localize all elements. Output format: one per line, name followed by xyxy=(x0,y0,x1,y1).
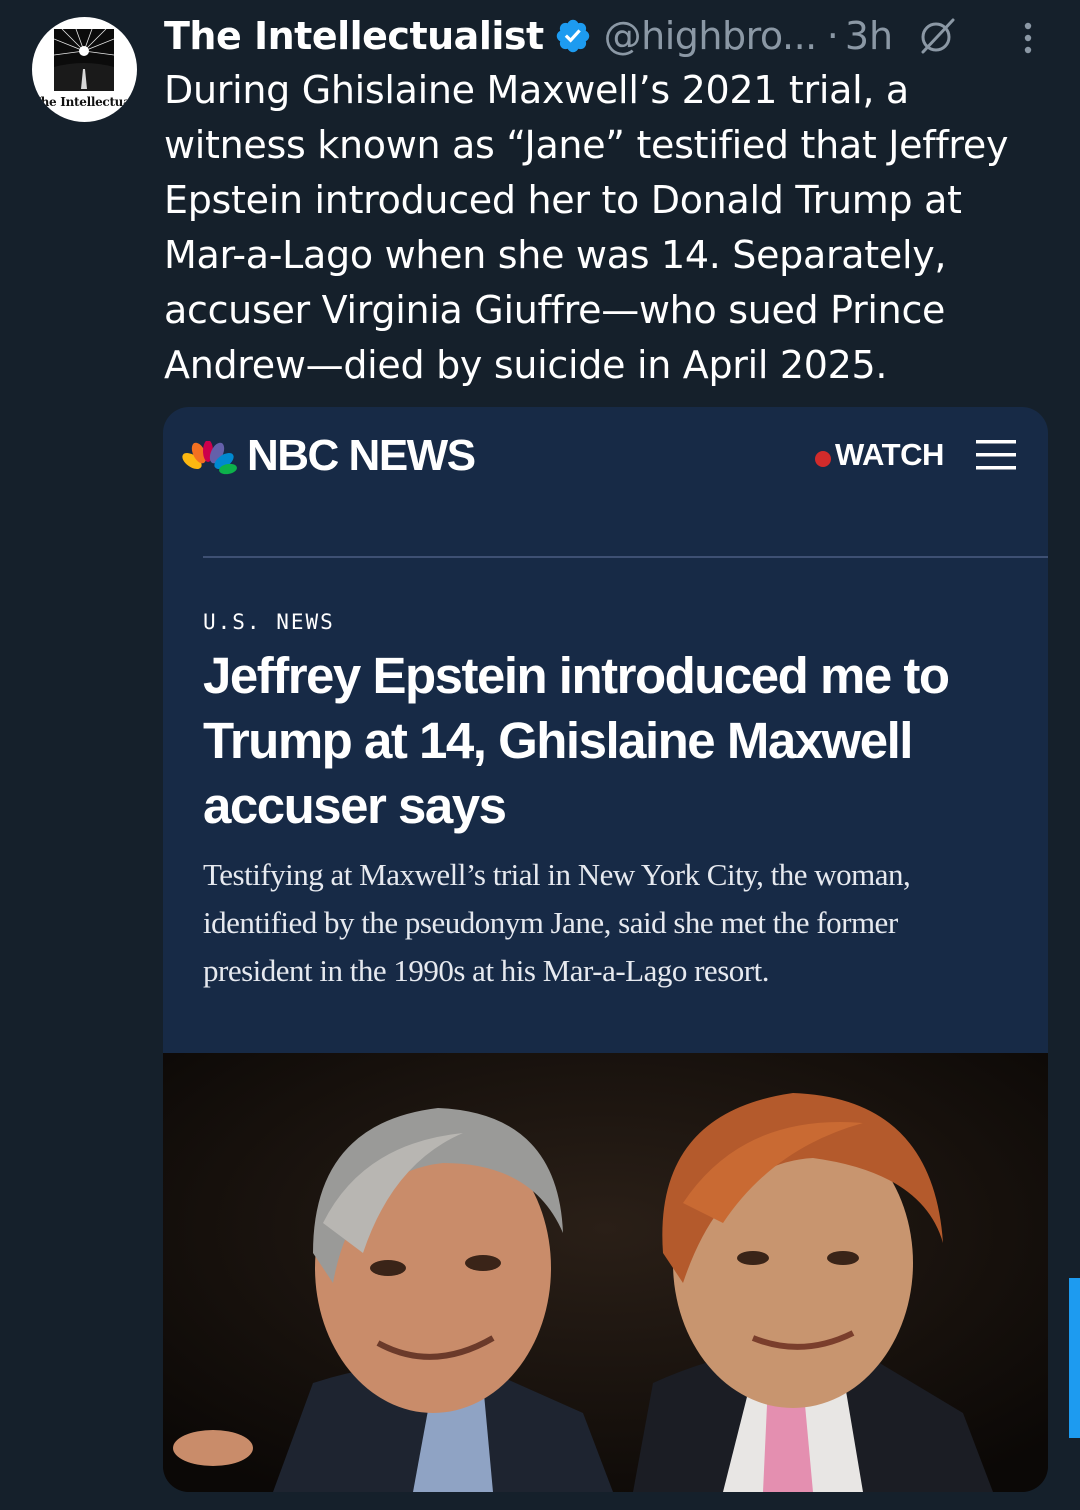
tweet-text-line: witness known as “Jane” testified that J… xyxy=(164,123,1009,167)
headline-line: Trump at 14, Ghislaine Maxwell xyxy=(203,712,913,769)
nbc-news-logo[interactable]: NBC NEWS xyxy=(247,431,476,481)
verified-badge-icon xyxy=(556,19,589,53)
dek-line: president in the 1990s at his Mar-a-Lago… xyxy=(203,953,769,988)
headline-line: accuser says xyxy=(203,777,507,834)
live-dot xyxy=(815,451,831,467)
nbc-header-bar: NBC NEWS WATCH xyxy=(163,407,1048,517)
avatar-label: The Intellectualist xyxy=(32,95,137,109)
section-label[interactable]: U.S. NEWS xyxy=(203,610,335,634)
dek-line: Testifying at Maxwell’s trial in New Yor… xyxy=(203,857,911,892)
grok-icon[interactable] xyxy=(917,16,957,56)
hamburger-menu-icon[interactable] xyxy=(976,437,1016,473)
author-handle[interactable]: @highbro... xyxy=(604,14,818,58)
scrollbar-thumb[interactable] xyxy=(1069,1278,1080,1438)
tweet-text-line: Mar-a-Lago when she was 14. Separately, xyxy=(164,233,947,277)
avatar[interactable]: The Intellectualist xyxy=(32,17,137,122)
article-headline[interactable]: Jeffrey Epstein introduced me to Trump a… xyxy=(203,643,1023,838)
header-divider xyxy=(203,556,1048,558)
tweet-text-line: Andrew—died by suicide in April 2025. xyxy=(164,343,888,387)
article-photo xyxy=(163,1053,1048,1492)
headline-line: Jeffrey Epstein introduced me to xyxy=(203,647,950,704)
tweet-text-line: Epstein introduced her to Donald Trump a… xyxy=(164,178,962,222)
author-name[interactable]: The Intellectualist xyxy=(164,14,544,58)
separator-dot: · xyxy=(826,14,839,58)
dek-line: identified by the pseudonym Jane, said s… xyxy=(203,905,898,940)
post-time[interactable]: 3h xyxy=(845,14,893,58)
attached-image-card[interactable]: NBC NEWS WATCH U.S. NEWS Jeffrey Epstein… xyxy=(163,407,1048,1492)
tweet-text-line: During Ghislaine Maxwell’s 2021 trial, a xyxy=(164,68,909,112)
more-options-icon[interactable] xyxy=(1016,18,1040,58)
tweet-text-line: accuser Virginia Giuffre—who sued Prince xyxy=(164,288,946,332)
tweet-header: The Intellectualist @highbro... · 3h xyxy=(164,10,1040,62)
watch-button[interactable]: WATCH xyxy=(835,437,944,473)
nbc-peacock-icon xyxy=(182,441,237,475)
tweet-text: During Ghislaine Maxwell’s 2021 trial, a… xyxy=(164,63,1054,393)
avatar-image xyxy=(54,29,114,91)
article-dek: Testifying at Maxwell’s trial in New Yor… xyxy=(203,851,1023,995)
two-men-photo xyxy=(163,1053,1048,1492)
